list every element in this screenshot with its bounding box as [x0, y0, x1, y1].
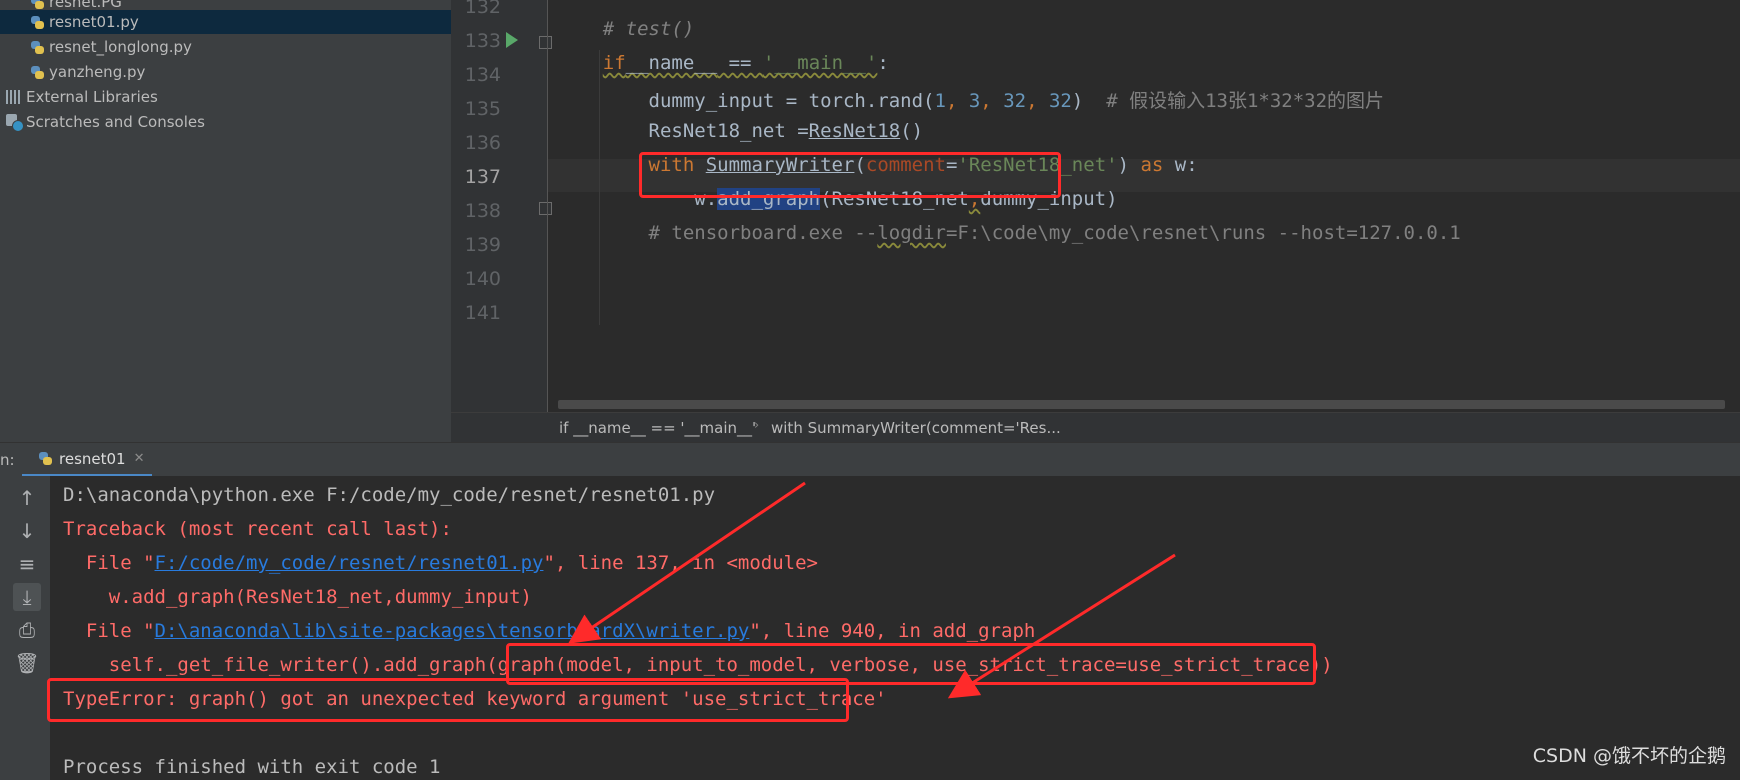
- line-number: 141: [464, 302, 501, 324]
- arrow-down-icon[interactable]: ↓: [13, 517, 41, 545]
- console-file-line: File "D:\anaconda\lib\site-packages\tens…: [63, 620, 1036, 642]
- console-file-line: File "F:/code/my_code/resnet/resnet01.py…: [63, 552, 818, 574]
- horizontal-scrollbar[interactable]: [558, 400, 1725, 409]
- code-editor[interactable]: 132 133 134 135 136 137 138 139 140 141 …: [451, 0, 1740, 443]
- line-number: 138: [464, 200, 501, 222]
- console-error: TypeError: graph() got an unexpected key…: [63, 688, 887, 710]
- line-number: 140: [464, 268, 501, 290]
- python-file-icon: [30, 40, 45, 55]
- run-tool-window-header: n: resnet01 ✕: [0, 442, 1740, 477]
- console-code-line: w.add_graph(ResNet18_net,dummy_input): [63, 586, 532, 608]
- tree-item-resnet-longlong[interactable]: resnet_longlong.py: [0, 35, 451, 59]
- line-number: 133: [464, 30, 501, 52]
- project-tool-window: resnet.PG resnet01.py resnet_longlong.py…: [0, 0, 451, 442]
- python-file-icon: [30, 15, 45, 30]
- arrow-up-icon[interactable]: ↑: [13, 484, 41, 512]
- line-number: 134: [464, 64, 501, 86]
- line-number-gutter: 132 133 134 135 136 137 138 139 140 141: [451, 0, 580, 412]
- line-number: 132: [464, 0, 501, 18]
- close-icon[interactable]: ✕: [134, 451, 145, 466]
- line-number-current: 137: [464, 166, 501, 188]
- gutter-divider: [547, 0, 548, 412]
- line-number: 136: [464, 132, 501, 154]
- python-file-icon: [30, 65, 45, 80]
- console-code-line: self._get_file_writer().add_graph(graph(…: [63, 654, 1333, 676]
- file-link[interactable]: D:\anaconda\lib\site-packages\tensorboar…: [155, 620, 750, 642]
- run-toolbar: ↑ ↓ ≡ ⤓ ⎙ 🗑: [0, 476, 50, 780]
- library-icon: [6, 90, 22, 104]
- code-line-138: # tensorboard.exe --logdir=F:\code\my_co…: [602, 222, 1461, 244]
- tree-item-resnet01[interactable]: resnet01.py: [0, 10, 451, 34]
- soft-wrap-icon[interactable]: ≡: [13, 550, 41, 578]
- breadcrumb-item[interactable]: with SummaryWriter(comment='Res...: [771, 419, 1061, 437]
- python-file-icon: [30, 0, 45, 10]
- print-icon[interactable]: ⎙: [13, 616, 41, 644]
- console-traceback: Traceback (most recent call last):: [63, 518, 452, 540]
- python-file-icon: [38, 451, 53, 466]
- tree-item-scratches[interactable]: Scratches and Consoles: [0, 110, 451, 134]
- tab-resnet01[interactable]: resnet01 ✕: [22, 443, 152, 477]
- console-exit-status: Process finished with exit code 1: [63, 756, 441, 778]
- run-label: n:: [0, 451, 15, 469]
- tree-item-external-libraries[interactable]: External Libraries: [0, 85, 451, 109]
- console-command: D:\anaconda\python.exe F:/code/my_code/r…: [63, 484, 716, 506]
- fold-marker-icon[interactable]: [539, 202, 552, 215]
- run-console[interactable]: D:\anaconda\python.exe F:/code/my_code/r…: [47, 476, 1740, 780]
- tree-item-yanzheng[interactable]: yanzheng.py: [0, 60, 451, 84]
- trash-icon[interactable]: 🗑: [13, 649, 41, 677]
- scratches-icon: [6, 114, 24, 132]
- file-link[interactable]: F:/code/my_code/resnet/resnet01.py: [155, 552, 544, 574]
- run-gutter-icon[interactable]: [506, 32, 518, 48]
- breadcrumb: if __name__ == '__main__' › with Summary…: [451, 412, 1740, 443]
- fold-marker-icon[interactable]: [539, 36, 552, 49]
- scroll-to-end-icon[interactable]: ⤓: [13, 583, 41, 611]
- line-number: 135: [464, 98, 501, 120]
- breadcrumb-item[interactable]: if __name__ == '__main__': [559, 419, 756, 437]
- watermark: CSDN @饿不坏的企鹅: [1532, 745, 1726, 767]
- breadcrumb-separator: ›: [754, 418, 760, 433]
- line-number: 139: [464, 234, 501, 256]
